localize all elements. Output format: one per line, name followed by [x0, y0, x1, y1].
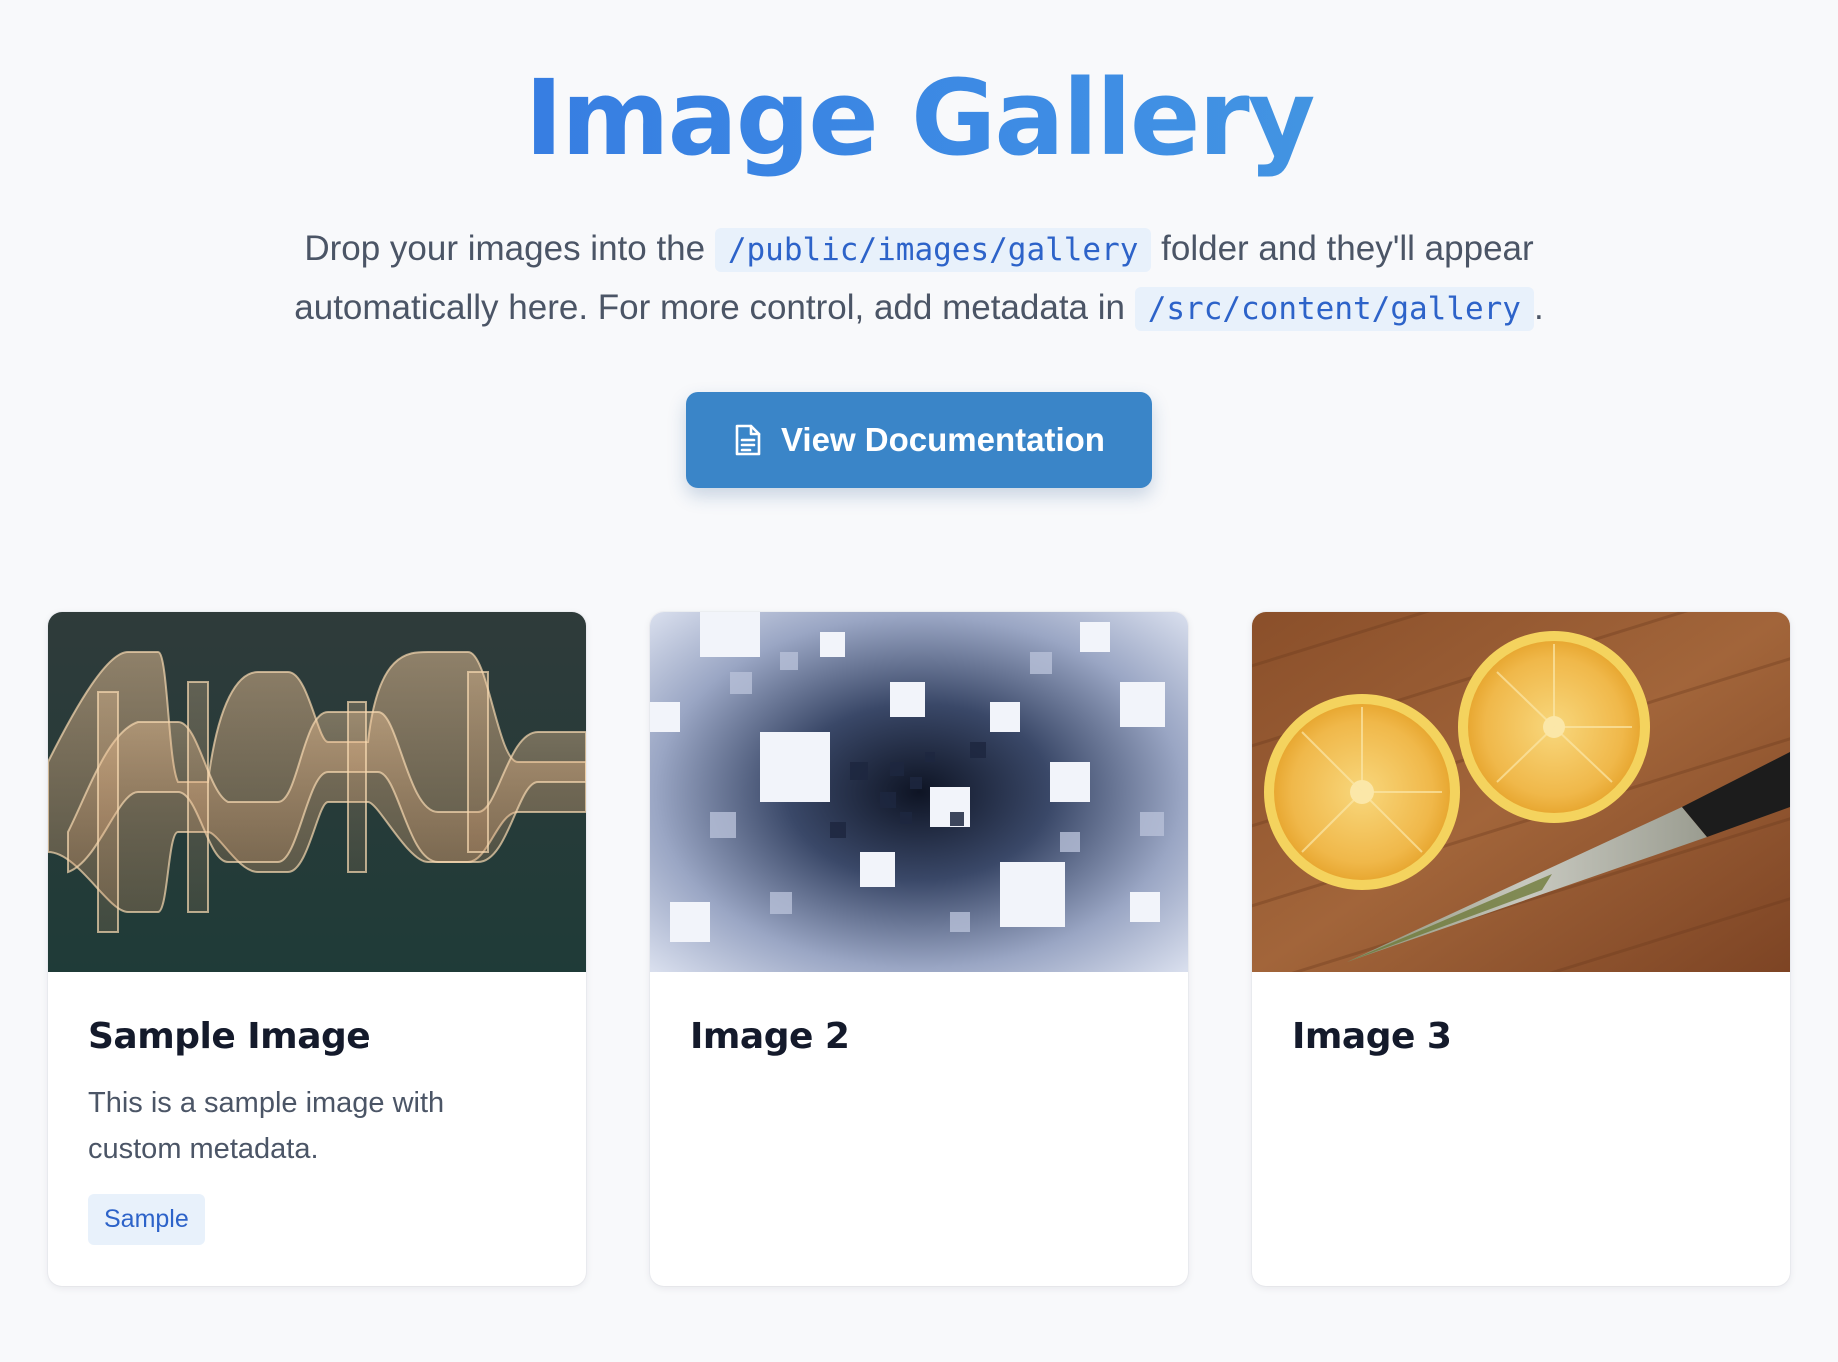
- abstract-ribbons-image: [48, 612, 586, 972]
- view-documentation-button[interactable]: View Documentation: [686, 392, 1152, 488]
- card-title: Sample Image: [88, 1016, 371, 1057]
- intro-text-start: Drop your images into the: [304, 229, 715, 268]
- card-body: Image 3: [1252, 972, 1790, 1058]
- gallery-card[interactable]: Sample Image This is a sample image with…: [48, 612, 586, 1286]
- view-documentation-label: View Documentation: [781, 421, 1105, 458]
- gallery-card[interactable]: Image 2: [650, 612, 1188, 1286]
- tag-sample[interactable]: Sample: [88, 1194, 205, 1245]
- page-title: Image Gallery: [0, 58, 1838, 178]
- intro-text: Drop your images into the /public/images…: [229, 220, 1609, 338]
- content-gallery-path: /src/content/gallery: [1134, 287, 1534, 331]
- card-body: Image 2: [650, 972, 1188, 1058]
- intro-text-end: .: [1533, 288, 1544, 327]
- gallery-card[interactable]: Image 3: [1252, 612, 1790, 1286]
- gallery-header: Image Gallery Drop your images into the …: [0, 0, 1838, 488]
- lemons-knife-image: [1252, 612, 1790, 972]
- gallery-grid: Sample Image This is a sample image with…: [48, 612, 1790, 1286]
- document-icon: [733, 423, 763, 457]
- card-body: Sample Image This is a sample image with…: [48, 972, 586, 1245]
- cube-tunnel-image: [650, 612, 1188, 972]
- card-description: This is a sample image with custom metad…: [88, 1087, 445, 1165]
- gallery-page: Image Gallery Drop your images into the …: [0, 0, 1838, 1362]
- card-title: Image 2: [690, 1016, 850, 1057]
- public-images-path: /public/images/gallery: [714, 228, 1152, 272]
- card-title: Image 3: [1292, 1016, 1452, 1057]
